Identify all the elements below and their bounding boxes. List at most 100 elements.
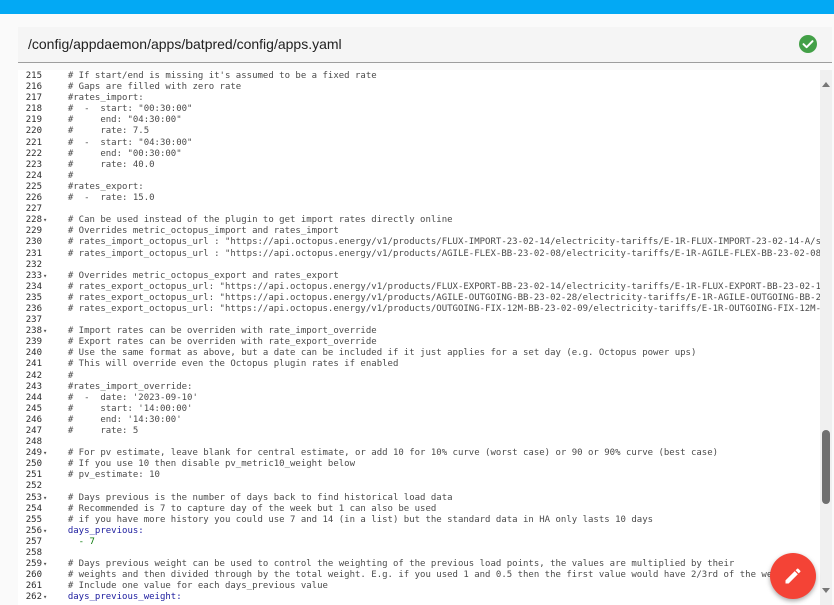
line-number: 229	[25, 226, 42, 237]
line-number: 239	[25, 337, 42, 348]
code-text[interactable]: # end: "04:30:00"	[57, 115, 182, 126]
code-line: 261 # Include one value for each days_pr…	[18, 581, 818, 592]
line-number: 226	[25, 193, 42, 204]
code-line: 253 ▾ # Days previous is the number of da…	[18, 493, 818, 504]
code-text[interactable]: # Can be used instead of the plugin to g…	[57, 215, 453, 226]
code-text[interactable]: # For pv estimate, leave blank for centr…	[57, 448, 718, 459]
fold-toggle-icon[interactable]: ▾	[43, 215, 51, 226]
code-text[interactable]: # Import rates can be overriden with rat…	[57, 326, 377, 337]
code-line: 221 # - start: "04:30:00"	[18, 138, 818, 149]
code-text[interactable]: # - start: "04:30:00"	[57, 138, 193, 149]
code-text[interactable]: #rates_import:	[57, 93, 144, 104]
code-text[interactable]: # pv_estimate: 10	[57, 470, 160, 481]
code-text[interactable]: # rate: 40.0	[57, 160, 155, 171]
code-line: 220 # rate: 7.5	[18, 126, 818, 137]
code-text[interactable]: # - date: '2023-09-10'	[57, 393, 198, 404]
edit-fab-button[interactable]	[770, 553, 816, 599]
line-number: 255	[25, 514, 42, 525]
code-line: 242 #	[18, 371, 818, 382]
code-text[interactable]: # if you have more history you could use…	[57, 515, 653, 526]
code-text[interactable]: # Overrides metric_octopus_export and ra…	[57, 271, 339, 282]
fold-toggle-icon[interactable]: ▾	[43, 271, 51, 282]
code-text[interactable]: # rates_export_octopus_url: "https://api…	[57, 293, 832, 304]
code-text[interactable]: # Gaps are filled with zero rate	[57, 82, 241, 93]
code-line: 243 #rates_import_override:	[18, 382, 818, 393]
code-text[interactable]: # Days previous is the number of days ba…	[57, 493, 453, 504]
code-text[interactable]: #	[57, 171, 73, 182]
code-text[interactable]: # Include one value for each days_previo…	[57, 581, 328, 592]
code-line: 228 ▾ # Can be used instead of the plugin…	[18, 215, 818, 226]
scrollbar-thumb[interactable]	[822, 430, 830, 504]
code-line: 247 # rate: 5	[18, 426, 818, 437]
code-text[interactable]: # Use the same format as above, but a da…	[57, 348, 697, 359]
code-line: 246 # end: '14:30:00'	[18, 415, 818, 426]
line-number: 217	[25, 93, 42, 104]
code-line: 233 ▾ # Overrides metric_octopus_export a…	[18, 271, 818, 282]
code-line: 255 # if you have more history you could…	[18, 515, 818, 526]
code-text[interactable]: # rate: 7.5	[57, 126, 149, 137]
code-text[interactable]: # Days previous weight can be used to co…	[57, 559, 734, 570]
editor-scrollbar[interactable]	[820, 70, 832, 605]
code-text[interactable]: #	[57, 371, 73, 382]
code-text[interactable]: # end: '14:30:00'	[57, 415, 182, 426]
code-text[interactable]: days_previous:	[57, 526, 144, 537]
line-number: 237	[25, 315, 42, 326]
code-text[interactable]: days_previous_weight:	[57, 592, 182, 603]
code-text[interactable]: - 7	[57, 537, 95, 548]
line-number: 260	[25, 570, 42, 581]
code-text[interactable]: # start: '14:00:00'	[57, 404, 193, 415]
line-number: 252	[25, 481, 42, 492]
code-text[interactable]: # weights and then divided through by th…	[57, 570, 794, 581]
line-number: 221	[25, 137, 42, 148]
line-number: 242	[25, 370, 42, 381]
top-app-bar	[0, 0, 834, 14]
code-text[interactable]: # If you use 10 then disable pv_metric10…	[57, 459, 355, 470]
code-text[interactable]: # rates_export_octopus_url: "https://api…	[57, 282, 832, 293]
line-number: 231	[25, 248, 42, 259]
file-path: /config/appdaemon/apps/batpred/config/ap…	[28, 36, 342, 52]
code-text[interactable]: # If start/end is missing it's assumed t…	[57, 71, 377, 82]
code-line: 239 # Export rates can be overriden with…	[18, 337, 818, 348]
code-text[interactable]: # rates_export_octopus_url: "https://api…	[57, 304, 832, 315]
line-number: 227	[25, 204, 42, 215]
line-number: 243	[25, 381, 42, 392]
code-line: 219 # end: "04:30:00"	[18, 115, 818, 126]
scroll-up-icon[interactable]	[822, 82, 830, 87]
fold-toggle-icon[interactable]: ▾	[43, 448, 51, 459]
line-number: 257	[25, 536, 42, 547]
check-circle-icon	[799, 35, 817, 53]
code-text[interactable]: #rates_export:	[57, 182, 144, 193]
line-number: 236	[25, 303, 42, 314]
code-line: 260 # weights and then divided through b…	[18, 570, 818, 581]
code-line: 234 # rates_export_octopus_url: "https:/…	[18, 282, 832, 293]
fold-toggle-icon[interactable]: ▾	[43, 559, 51, 570]
fold-toggle-icon[interactable]: ▾	[43, 526, 51, 537]
fold-toggle-icon[interactable]: ▾	[43, 592, 51, 603]
code-text[interactable]: # - rate: 15.0	[57, 193, 155, 204]
code-text[interactable]: #rates_import_override:	[57, 382, 193, 393]
code-text[interactable]: # rates_import_octopus_url : "https://ap…	[57, 249, 832, 260]
line-number: 259	[25, 559, 42, 570]
scroll-down-icon[interactable]	[822, 588, 830, 593]
code-line: 254 # Recommended is 7 to capture day of…	[18, 504, 818, 515]
fold-toggle-icon[interactable]: ▾	[43, 326, 51, 337]
code-line: 258	[18, 548, 818, 559]
code-text[interactable]: # end: "00:30:00"	[57, 149, 182, 160]
line-number: 249	[25, 448, 42, 459]
line-number: 245	[25, 403, 42, 414]
line-number: 238	[25, 326, 42, 337]
line-number: 241	[25, 359, 42, 370]
code-text[interactable]: # Recommended is 7 to capture day of the…	[57, 504, 436, 515]
code-line: 237	[18, 315, 818, 326]
code-text[interactable]: # Export rates can be overriden with rat…	[57, 337, 377, 348]
code-text[interactable]: # rates_import_octopus_url : "https://ap…	[57, 237, 832, 248]
code-line: 252	[18, 481, 818, 492]
code-text[interactable]: # Overrides metric_octopus_import and ra…	[57, 226, 339, 237]
code-editor[interactable]: 215 # If start/end is missing it's assum…	[18, 70, 832, 605]
fold-toggle-icon[interactable]: ▾	[43, 493, 51, 504]
line-number: 222	[25, 148, 42, 159]
code-text[interactable]: # - start: "00:30:00"	[57, 104, 193, 115]
code-text[interactable]: # This will override even the Octopus pl…	[57, 359, 399, 370]
code-text[interactable]: # rate: 5	[57, 426, 138, 437]
code-line: 231 # rates_import_octopus_url : "https:…	[18, 248, 832, 260]
